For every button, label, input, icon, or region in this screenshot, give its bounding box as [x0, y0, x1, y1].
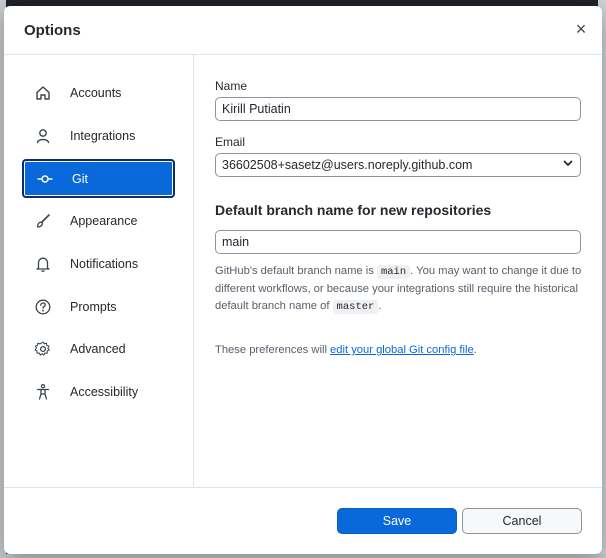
- email-select-value: 36602508+sasetz@users.noreply.github.com: [222, 158, 473, 172]
- name-label: Name: [215, 79, 248, 93]
- person-icon: [34, 127, 52, 145]
- accessibility-icon: [34, 383, 52, 401]
- cancel-button[interactable]: Cancel: [462, 508, 582, 534]
- sidebar-item-appearance[interactable]: Appearance: [22, 203, 175, 239]
- bell-icon: [34, 255, 52, 273]
- sidebar-item-integrations[interactable]: Integrations: [22, 118, 175, 154]
- sidebar-item-label: Integrations: [70, 129, 136, 143]
- close-icon[interactable]: ×: [572, 20, 590, 38]
- default-branch-heading: Default branch name for new repositories: [215, 202, 492, 218]
- email-label: Email: [215, 135, 246, 149]
- default-branch-description: GitHub's default branch name is main. Yo…: [215, 263, 585, 316]
- sidebar-item-label: Prompts: [70, 300, 117, 314]
- sidebar-item-label: Git: [72, 171, 88, 186]
- description-text: GitHub's default branch name is: [215, 265, 377, 277]
- git-settings-panel: Name Email 36602508+sasetz@users.noreply…: [215, 55, 585, 487]
- sidebar-item-accounts[interactable]: Accounts: [22, 75, 175, 111]
- sidebar-item-label: Accessibility: [70, 385, 139, 399]
- dialog-header: Options ×: [4, 6, 602, 55]
- dialog-footer: Save Cancel: [4, 487, 602, 554]
- git-commit-icon: [36, 170, 54, 188]
- sidebar-item-notifications[interactable]: Notifications: [22, 246, 175, 282]
- sidebar-item-label: Advanced: [70, 342, 126, 356]
- code-main: main: [376, 265, 411, 279]
- default-branch-field[interactable]: [215, 230, 581, 254]
- sidebar-item-label: Notifications: [70, 257, 139, 271]
- options-dialog: Options × Accounts Integrations Git Appe…: [4, 6, 602, 554]
- sidebar-item-advanced[interactable]: Advanced: [22, 331, 175, 367]
- chevron-down-icon: [562, 156, 574, 174]
- dialog-title: Options: [24, 22, 81, 39]
- home-icon: [34, 84, 52, 102]
- background-app-bottom: [0, 554, 606, 558]
- sidebar-item-prompts[interactable]: Prompts: [22, 289, 175, 325]
- sidebar-item-git[interactable]: Git: [22, 159, 175, 198]
- question-icon: [34, 298, 52, 316]
- name-field[interactable]: [215, 97, 581, 121]
- sidebar-item-label: Accounts: [70, 86, 122, 100]
- code-master: master: [332, 300, 379, 314]
- description-text: .: [378, 300, 382, 312]
- save-button[interactable]: Save: [337, 508, 457, 534]
- preferences-note: These preferences will edit your global …: [215, 342, 585, 359]
- email-select[interactable]: 36602508+sasetz@users.noreply.github.com: [215, 153, 581, 177]
- sidebar-item-accessibility[interactable]: Accessibility: [22, 374, 175, 410]
- gear-icon: [34, 340, 52, 358]
- preferences-note-end: .: [473, 344, 477, 356]
- preferences-note-text: These preferences will: [215, 344, 331, 356]
- global-git-config-link[interactable]: edit your global Git config file: [330, 344, 474, 356]
- sidebar-item-label: Appearance: [70, 214, 138, 228]
- options-sidebar: Accounts Integrations Git Appearance Not…: [4, 55, 194, 487]
- paintbrush-icon: [34, 212, 52, 230]
